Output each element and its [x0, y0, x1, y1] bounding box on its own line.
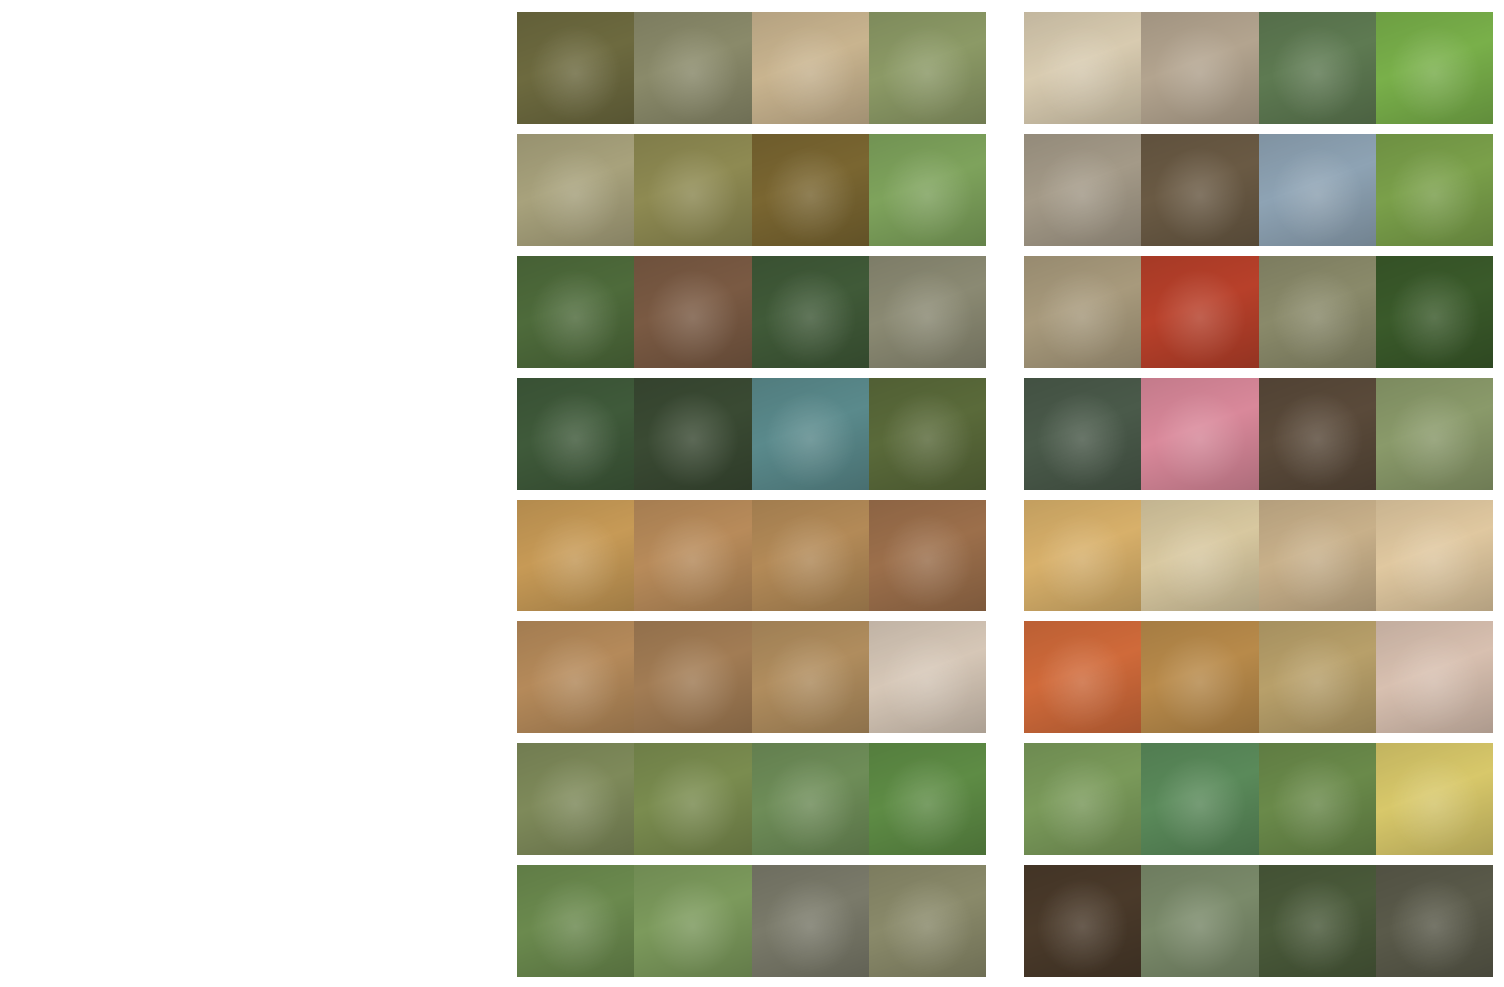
- photo-tile: [1024, 743, 1142, 856]
- photo-tile: [634, 377, 752, 490]
- photo-tile: [1258, 12, 1376, 124]
- photo-tile: [1024, 865, 1142, 977]
- photo-tile: [1024, 621, 1142, 734]
- photo-tile: [868, 865, 986, 977]
- photo-tile: [1141, 499, 1259, 612]
- photo-tile: [1024, 12, 1142, 124]
- photo-tile: [1024, 377, 1142, 490]
- image-grid-panel-b: [1024, 12, 1493, 977]
- photo-tile: [868, 743, 986, 856]
- photo-tile: [868, 377, 986, 490]
- photo-tile: [1024, 255, 1142, 368]
- photo-tile: [517, 865, 635, 977]
- photo-tile: [1258, 377, 1376, 490]
- photo-tile: [517, 499, 635, 612]
- photo-tile: [1024, 499, 1142, 612]
- photo-tile: [1375, 12, 1493, 124]
- photo-tile: [1024, 133, 1142, 246]
- photo-tile: [751, 499, 869, 612]
- photo-tile: [751, 255, 869, 368]
- photo-tile: [517, 377, 635, 490]
- photo-tile: [868, 255, 986, 368]
- photo-tile: [517, 255, 635, 368]
- photo-tile: [1258, 133, 1376, 246]
- photo-tile: [868, 499, 986, 612]
- photo-tile: [1141, 865, 1259, 977]
- photo-tile: [634, 865, 752, 977]
- photo-tile: [634, 743, 752, 856]
- photo-tile: [634, 499, 752, 612]
- photo-tile: [751, 865, 869, 977]
- photo-tile: [517, 621, 635, 734]
- image-grid-panel-a: [517, 12, 986, 977]
- photo-tile: [751, 743, 869, 856]
- photo-tile: [1375, 377, 1493, 490]
- photo-tile: [868, 133, 986, 246]
- photo-tile: [751, 133, 869, 246]
- photo-tile: [1258, 621, 1376, 734]
- photo-tile: [1375, 865, 1493, 977]
- photo-tile: [517, 12, 635, 124]
- photo-tile: [634, 255, 752, 368]
- photo-tile: [751, 12, 869, 124]
- photo-tile: [1141, 621, 1259, 734]
- photo-tile: [1258, 255, 1376, 368]
- photo-tile: [1141, 377, 1259, 490]
- photo-tile: [634, 133, 752, 246]
- photo-tile: [1141, 743, 1259, 856]
- photo-tile: [634, 12, 752, 124]
- photo-tile: [1258, 743, 1376, 856]
- photo-tile: [751, 621, 869, 734]
- photo-tile: [868, 12, 986, 124]
- photo-tile: [1375, 255, 1493, 368]
- photo-tile: [517, 133, 635, 246]
- photo-tile: [868, 621, 986, 734]
- photo-tile: [1258, 499, 1376, 612]
- photo-tile: [1375, 499, 1493, 612]
- photo-tile: [1375, 133, 1493, 246]
- photo-tile: [634, 621, 752, 734]
- photo-tile: [1141, 255, 1259, 368]
- photo-tile: [1258, 865, 1376, 977]
- photo-tile: [1141, 12, 1259, 124]
- photo-tile: [1375, 743, 1493, 856]
- photo-tile: [751, 377, 869, 490]
- photo-tile: [1375, 621, 1493, 734]
- photo-tile: [1141, 133, 1259, 246]
- photo-tile: [517, 743, 635, 856]
